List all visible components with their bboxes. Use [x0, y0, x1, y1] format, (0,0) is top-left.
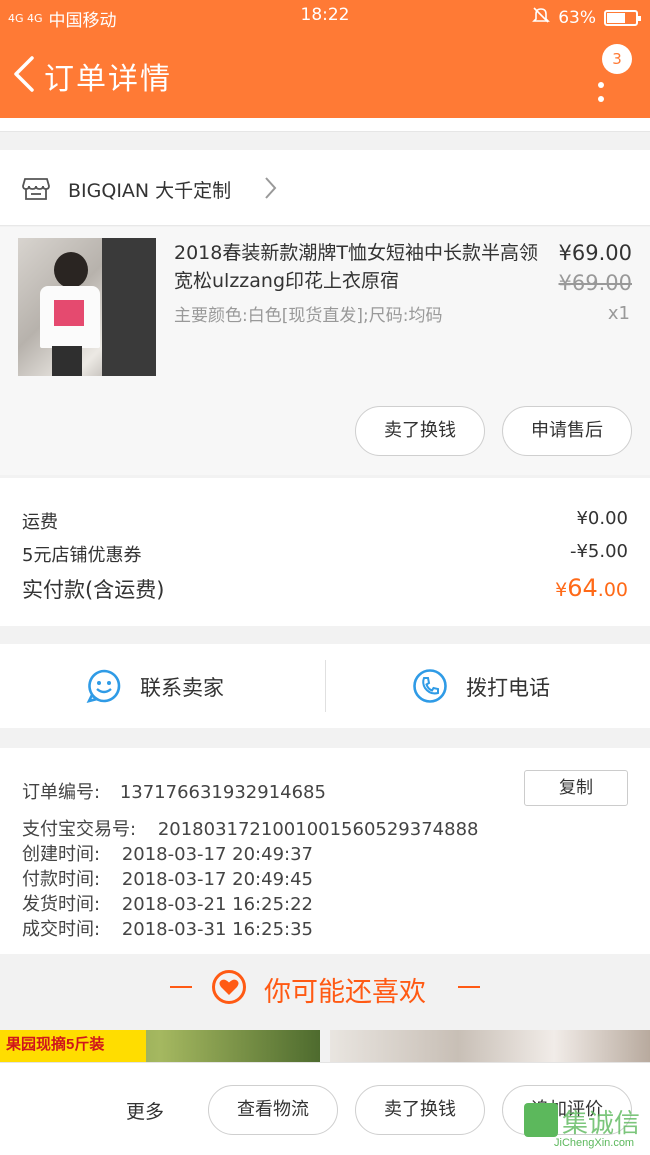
created-row: 创建时间: 2018-03-17 20:49:37 — [22, 840, 313, 866]
total-label: 实付款(含运费) — [22, 578, 165, 602]
battery-icon — [604, 9, 641, 26]
app-header: 订单详情 3 — [0, 32, 650, 118]
bottom-action-bar: 更多 查看物流 卖了换钱 追加评价 集诚信 JiChengXin.com — [0, 1062, 650, 1155]
shipped-row: 发货时间: 2018-03-21 16:25:22 — [22, 890, 313, 916]
resell-button[interactable]: 卖了换钱 — [355, 406, 485, 456]
total-value: ¥64.00 — [555, 574, 628, 602]
shipped-label: 发货时间: — [22, 894, 101, 915]
store-icon — [22, 176, 50, 206]
recommend-title: 你可能还喜欢 — [264, 977, 426, 1008]
paid-label: 付款时间: — [22, 869, 101, 890]
product-spec: 主要颜色:白色[现货直发];尺码:均码 — [174, 306, 443, 326]
more-button[interactable]: 更多 — [126, 1097, 164, 1124]
status-bar: 4G 4G 中国移动 18:22 63% — [0, 0, 650, 32]
alipay-number: 2018031721001001560529374888 — [157, 819, 479, 840]
product-price: ¥69.00 — [558, 241, 632, 265]
paid-row: 付款时间: 2018-03-17 20:49:45 — [22, 865, 313, 891]
shop-row[interactable]: BIGQIAN 大千定制 — [0, 150, 650, 226]
more-menu-button[interactable]: 3 — [588, 44, 632, 114]
order-number-row: 订单编号: 13717663193​2914685 — [22, 778, 326, 804]
page-title: 订单详情 — [44, 62, 172, 97]
call-phone-button[interactable]: 拨打电话 — [326, 644, 650, 728]
battery-percent: 63% — [558, 7, 596, 28]
order-number: 13717663193​2914685 — [119, 782, 326, 803]
product-image[interactable] — [18, 238, 156, 376]
completed-row: 成交时间: 2018-03-31 16:25:35 — [22, 915, 313, 941]
product-title[interactable]: 2018春装新款潮牌T恤女短袖中长款半高领宽松ulzzang印花上衣原宿 — [174, 239, 538, 295]
product-original-price: ¥69.00 — [558, 271, 632, 295]
view-logistics-button[interactable]: 查看物流 — [208, 1085, 338, 1135]
shipping-label: 运费 — [22, 512, 58, 533]
after-sales-button[interactable]: 申请售后 — [502, 406, 632, 456]
chat-icon — [86, 668, 122, 708]
mute-icon — [532, 6, 551, 29]
dot-icon — [598, 96, 604, 102]
paid-time: 2018-03-17 20:49:45 — [121, 869, 313, 890]
watermark: 集诚信 JiChengXin.com — [524, 1101, 644, 1151]
alipay-label: 支付宝交易号: — [22, 819, 137, 840]
fee-summary: 运费 ¥0.00 5元店铺优惠券 -¥5.00 实付款(含运费) ¥64.00 — [0, 478, 650, 626]
created-time: 2018-03-17 20:49:37 — [121, 844, 313, 865]
dot-icon — [598, 82, 604, 88]
coupon-row: 5元店铺优惠券 -¥5.00 — [22, 541, 628, 567]
back-button[interactable] — [10, 54, 40, 94]
shipping-row: 运费 ¥0.00 — [22, 508, 628, 534]
shipping-value: ¥0.00 — [576, 508, 628, 529]
divider — [458, 986, 480, 988]
order-info: 订单编号: 13717663193​2914685 复制 支付宝交易号: 201… — [0, 748, 650, 954]
total-row: 实付款(含运费) ¥64.00 — [22, 574, 628, 604]
completed-time: 2018-03-31 16:25:35 — [121, 919, 313, 940]
coupon-label: 5元店铺优惠券 — [22, 545, 142, 566]
shipped-time: 2018-03-21 16:25:22 — [121, 894, 313, 915]
order-number-label: 订单编号: — [22, 782, 101, 803]
notification-badge: 3 — [602, 44, 632, 74]
recommend-header: 你可能还喜欢 — [0, 956, 650, 1020]
chevron-right-icon — [262, 175, 278, 205]
product-quantity: x1 — [607, 303, 630, 324]
resell-button[interactable]: 卖了换钱 — [355, 1085, 485, 1135]
contact-bar: 联系卖家 拨打电话 — [0, 644, 650, 728]
phone-icon — [412, 668, 448, 708]
created-label: 创建时间: — [22, 844, 101, 865]
call-phone-label: 拨打电话 — [466, 676, 550, 700]
alipay-row: 支付宝交易号: 2018031721001001560529374888 — [22, 815, 478, 841]
chevron-left-icon — [14, 56, 34, 92]
coupon-value: -¥5.00 — [569, 541, 628, 562]
product-section: 2018春装新款潮牌T恤女短袖中长款半高领宽松ulzzang印花上衣原宿 主要颜… — [0, 227, 650, 475]
contact-seller-label: 联系卖家 — [140, 676, 224, 700]
shop-name[interactable]: BIGQIAN 大千定制 — [68, 176, 231, 203]
header-spacer — [0, 118, 650, 132]
completed-label: 成交时间: — [22, 919, 101, 940]
contact-seller-button[interactable]: 联系卖家 — [0, 644, 325, 728]
copy-button[interactable]: 复制 — [524, 770, 628, 806]
